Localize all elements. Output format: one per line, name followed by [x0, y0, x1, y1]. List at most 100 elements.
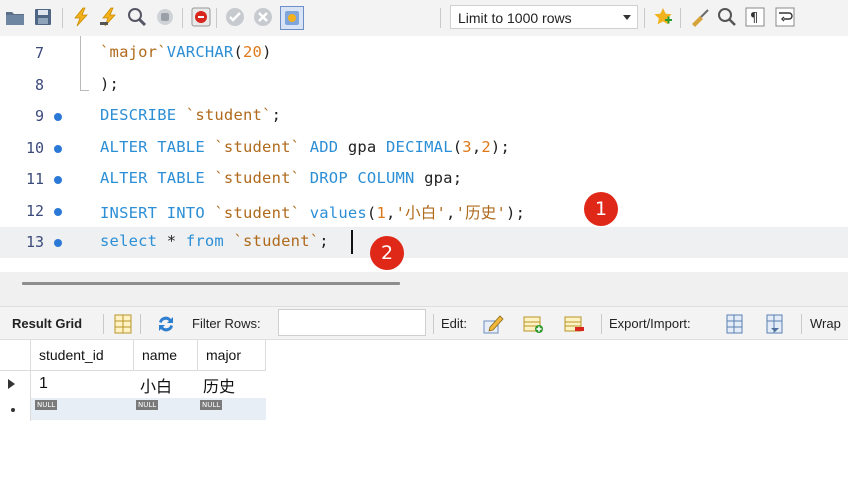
code-token: DESCRIBE: [100, 106, 186, 124]
code-token: 3: [462, 137, 472, 156]
code-token: select: [100, 232, 167, 250]
export-grid-icon[interactable]: [724, 313, 746, 335]
cell-name[interactable]: 小白: [140, 373, 172, 397]
toolbar-separator: [433, 314, 434, 334]
column-header-label: name: [142, 347, 178, 363]
line-number: 9: [34, 107, 44, 125]
code-token: ,: [471, 137, 482, 156]
filter-rows-input[interactable]: [278, 309, 426, 336]
export-import-label: Export/Import:: [609, 316, 691, 331]
code-token: ADD: [300, 137, 348, 156]
edit-row-pencil-icon[interactable]: [482, 313, 504, 335]
result-grid-tab[interactable]: Result Grid: [12, 316, 82, 331]
statement-marker-dot-icon: [54, 207, 62, 216]
horizontal-scrollbar[interactable]: [22, 282, 400, 285]
filter-rows-label: Filter Rows:: [192, 316, 261, 331]
import-grid-icon[interactable]: [764, 313, 786, 335]
new-row-marker-icon: [11, 408, 15, 412]
limit-rows-select[interactable]: Limit to 1000 rows: [450, 5, 638, 29]
stop-hand-icon[interactable]: [154, 6, 176, 28]
wrap-cell-content-label[interactable]: Wrap: [810, 316, 841, 331]
invisible-chars-pilcrow-icon[interactable]: ¶: [744, 6, 766, 28]
editor-line[interactable]: 11 ALTER TABLE `student` DROP COLUMN gpa;: [0, 164, 848, 195]
code-text: DESCRIBE `student`;: [100, 106, 281, 124]
code-token: 2: [481, 137, 491, 156]
grid-form-icon[interactable]: [112, 313, 134, 335]
column-header-name[interactable]: name: [134, 340, 198, 371]
null-tag: NULL: [200, 400, 223, 410]
editor-line[interactable]: 12 INSERT INTO `student` values(1,'小白','历…: [0, 196, 848, 227]
line-number: 7: [34, 44, 44, 62]
null-tag: NULL: [136, 400, 159, 410]
code-token: (: [452, 137, 463, 156]
code-token: gpa: [347, 137, 386, 156]
autocommit-toggle-icon[interactable]: [280, 6, 304, 30]
open-folder-icon[interactable]: [4, 6, 26, 28]
beautify-broom-icon[interactable]: [688, 6, 710, 28]
statement-marker-dot-icon: [54, 113, 62, 121]
code-token: `student`: [185, 106, 272, 124]
limit-rows-label: Limit to 1000 rows: [458, 10, 572, 26]
code-token: INSERT INTO: [100, 203, 215, 222]
code-token: ,: [446, 203, 456, 222]
code-token: `major`: [100, 43, 167, 61]
null-cell-major[interactable]: NULL: [198, 398, 266, 420]
editor-line[interactable]: 13 select * from `student`;: [0, 227, 848, 258]
row-indicator[interactable]: [0, 371, 31, 397]
annotation-badge-2: 2: [370, 236, 404, 270]
column-header-student-id[interactable]: student_id: [31, 340, 134, 371]
column-header-major[interactable]: major: [198, 340, 266, 371]
text-caret: [351, 230, 353, 254]
code-token: ;: [271, 106, 282, 124]
panel-splitter[interactable]: [0, 272, 848, 306]
add-snippet-star-icon[interactable]: [652, 6, 674, 28]
delete-row-icon[interactable]: [563, 313, 585, 335]
code-token: ALTER TABLE: [100, 169, 215, 187]
editor-line[interactable]: 8);: [0, 70, 848, 101]
editor-line[interactable]: 7 `major`VARCHAR(20): [0, 38, 848, 69]
code-token: 1: [376, 203, 387, 222]
toolbar-separator: [216, 8, 217, 28]
execute-current-icon[interactable]: [98, 6, 120, 28]
insert-row-icon[interactable]: [522, 313, 544, 335]
code-token: DROP COLUMN: [300, 169, 425, 187]
line-number: 10: [25, 138, 44, 157]
code-text: ALTER TABLE `student` DROP COLUMN gpa;: [100, 169, 462, 187]
explain-magnifier-icon[interactable]: [126, 6, 148, 28]
toolbar-separator: [601, 314, 602, 334]
execute-lightning-icon[interactable]: [70, 6, 92, 28]
toolbar-separator: [103, 314, 104, 334]
find-magnifier-icon[interactable]: [716, 6, 738, 28]
null-cell-name[interactable]: NULL: [134, 398, 198, 420]
current-row-arrow-icon: [8, 379, 15, 389]
cell-student-id[interactable]: 1: [39, 375, 48, 393]
save-icon[interactable]: [32, 6, 54, 28]
null-cell-student-id[interactable]: NULL: [31, 398, 134, 420]
commit-check-icon[interactable]: [224, 6, 246, 28]
code-token: gpa;: [424, 169, 463, 187]
rollback-x-icon[interactable]: [252, 6, 274, 28]
new-row-indicator[interactable]: [0, 397, 31, 421]
line-number: 12: [25, 201, 44, 220]
line-number: 11: [25, 170, 44, 188]
code-token: ,: [386, 203, 396, 222]
refresh-arrows-icon[interactable]: [155, 313, 177, 335]
column-header-label: student_id: [39, 347, 104, 363]
wrap-lines-icon[interactable]: [774, 6, 796, 28]
svg-text:¶: ¶: [750, 11, 758, 26]
cell-major[interactable]: 历史: [203, 373, 235, 397]
editor-line[interactable]: 9 DESCRIBE `student`;: [0, 101, 848, 132]
statement-marker-dot-icon: [54, 239, 62, 247]
toolbar-separator: [440, 8, 441, 28]
code-token: '历史': [455, 203, 507, 222]
code-token: (: [233, 43, 244, 61]
code-text: select * from `student`;: [100, 232, 329, 250]
toggle-stop-on-error-icon[interactable]: [190, 6, 212, 28]
sql-editor[interactable]: 7 `major`VARCHAR(20) 8); 9 DESCRIBE `student…: [0, 36, 848, 272]
column-header-label: major: [206, 347, 242, 363]
editor-line[interactable]: 10 ALTER TABLE `student` ADD gpa DECIMAL(…: [0, 133, 848, 164]
code-token: '小白': [395, 203, 447, 222]
code-token: `student`: [233, 232, 320, 250]
chevron-down-icon: [623, 15, 631, 20]
code-token: `student`: [214, 137, 301, 156]
